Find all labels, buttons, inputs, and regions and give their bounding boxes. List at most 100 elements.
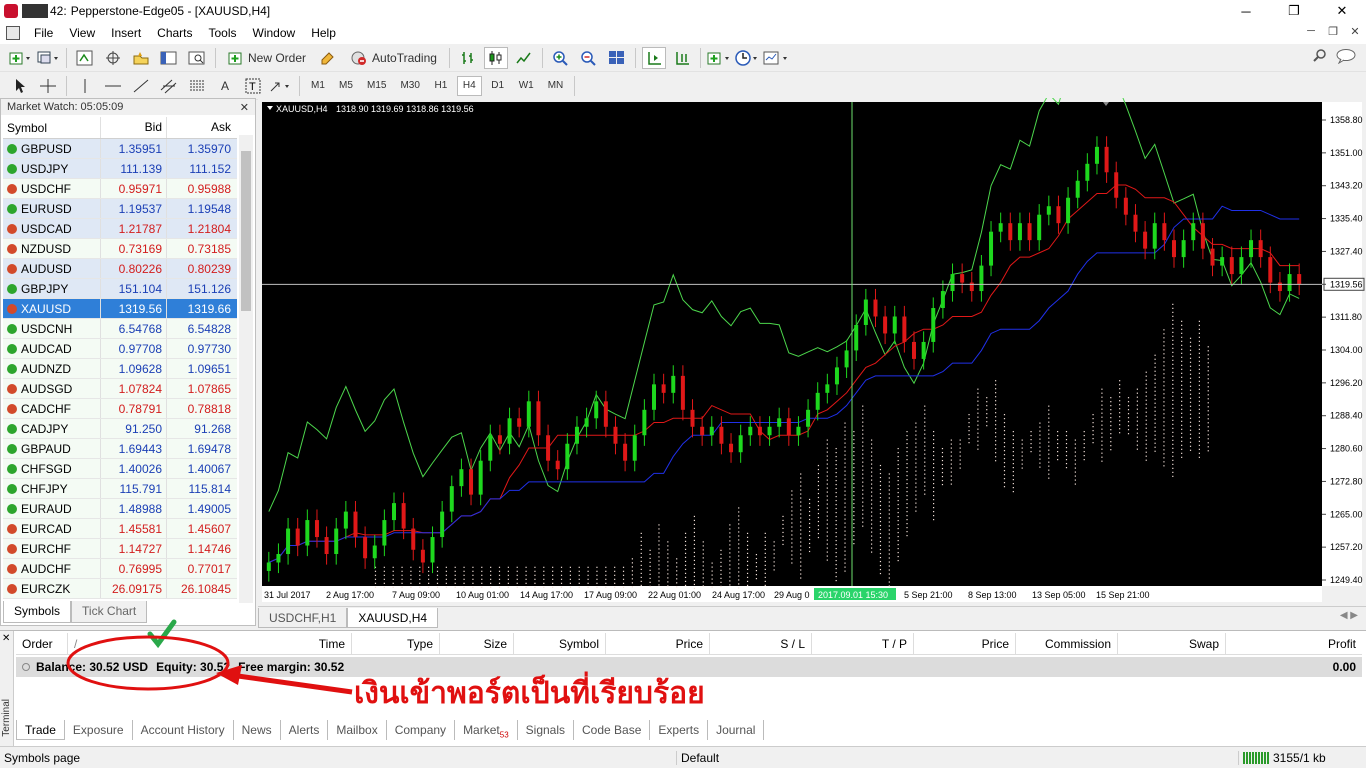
timeframe-mn[interactable]: MN — [543, 76, 569, 96]
column-tp[interactable]: T / P — [812, 632, 914, 655]
timeframe-m15[interactable]: M15 — [362, 76, 391, 96]
terminal-close-icon[interactable]: ✕ — [2, 633, 10, 644]
market-watch-row[interactable]: AUDCAD 0.97708 0.97730 — [3, 339, 237, 359]
text-icon[interactable]: A — [213, 75, 237, 97]
column-type[interactable]: Type — [352, 632, 440, 655]
column-price-current[interactable]: Price — [914, 632, 1016, 655]
tab-exposure[interactable]: Exposure — [65, 720, 133, 740]
timeframe-m1[interactable]: M1 — [306, 76, 330, 96]
chart-tab-scroll-icon[interactable]: ◀ ▶ — [1340, 610, 1358, 621]
crosshair-move-icon[interactable] — [101, 47, 125, 69]
chart-tab-xauusd[interactable]: XAUUSD,H4 — [347, 608, 439, 628]
menu-window[interactable]: Window — [245, 22, 304, 44]
market-watch-row[interactable]: EURUSD 1.19537 1.19548 — [3, 199, 237, 219]
chart-shift-icon[interactable] — [641, 46, 666, 69]
market-watch-close-icon[interactable]: ✕ — [240, 101, 249, 114]
equidistant-channel-icon[interactable] — [157, 75, 181, 97]
tab-code-base[interactable]: Code Base — [574, 720, 651, 740]
mdi-restore-icon[interactable]: ❐ — [1326, 25, 1340, 38]
auto-scroll-icon[interactable] — [670, 47, 694, 69]
candlesticks-icon[interactable] — [483, 46, 508, 69]
column-bid[interactable]: Bid — [101, 117, 167, 138]
tab-mailbox[interactable]: Mailbox — [328, 720, 387, 740]
market-watch-scrollbar[interactable] — [239, 135, 253, 603]
new-chart-icon[interactable] — [8, 47, 32, 69]
tab-signals[interactable]: Signals — [518, 720, 575, 740]
market-watch-row[interactable]: AUDUSD 0.80226 0.80239 — [3, 259, 237, 279]
cursor-icon[interactable] — [8, 75, 32, 97]
timeframe-m5[interactable]: M5 — [334, 76, 358, 96]
tab-market[interactable]: Market53 — [455, 720, 518, 740]
timeframe-h4[interactable]: H4 — [456, 75, 482, 96]
menu-insert[interactable]: Insert — [103, 22, 149, 44]
timeframe-d1[interactable]: D1 — [486, 76, 510, 96]
tab-tick-chart[interactable]: Tick Chart — [71, 601, 148, 623]
tab-trade[interactable]: Trade — [16, 720, 65, 740]
market-watch-icon[interactable] — [73, 47, 97, 69]
menu-charts[interactable]: Charts — [149, 22, 200, 44]
market-watch-row[interactable]: XAUUSD 1319.56 1319.66 — [3, 299, 237, 319]
tile-windows-icon[interactable] — [605, 47, 629, 69]
line-chart-icon[interactable] — [512, 47, 536, 69]
market-watch-row[interactable]: USDCHF 0.95971 0.95988 — [3, 179, 237, 199]
close-button[interactable]: ✕ — [1318, 0, 1366, 22]
fibonacci-icon[interactable] — [185, 75, 209, 97]
terminal-icon[interactable] — [157, 47, 181, 69]
horizontal-line-icon[interactable] — [101, 75, 125, 97]
column-swap[interactable]: Swap — [1118, 632, 1226, 655]
zoom-out-icon[interactable] — [577, 47, 601, 69]
trendline-icon[interactable] — [129, 75, 153, 97]
menu-help[interactable]: Help — [303, 22, 344, 44]
menu-view[interactable]: View — [61, 22, 103, 44]
maximize-button[interactable]: ❐ — [1270, 0, 1318, 22]
scrollbar-thumb[interactable] — [241, 151, 251, 311]
chart-tab-usdchf[interactable]: USDCHF,H1 — [258, 608, 348, 628]
column-commission[interactable]: Commission — [1016, 632, 1118, 655]
document-icon[interactable] — [6, 26, 20, 40]
chat-icon[interactable] — [1336, 48, 1358, 67]
menu-file[interactable]: File — [26, 22, 61, 44]
market-watch-row[interactable]: EURAUD 1.48988 1.49005 — [3, 499, 237, 519]
search-icon[interactable] — [1312, 48, 1328, 67]
column-order[interactable]: Order — [16, 632, 68, 655]
market-watch-row[interactable]: CHFJPY 115.791 115.814 — [3, 479, 237, 499]
strategy-tester-icon[interactable] — [185, 47, 209, 69]
tab-company[interactable]: Company — [387, 720, 456, 740]
market-watch-row[interactable]: USDJPY 111.139 111.152 — [3, 159, 237, 179]
mdi-close-icon[interactable]: ✕ — [1348, 25, 1362, 38]
metaeditor-icon[interactable] — [316, 47, 340, 69]
market-watch-row[interactable]: USDCNH 6.54768 6.54828 — [3, 319, 237, 339]
crosshair-icon[interactable] — [36, 75, 60, 97]
column-profit[interactable]: Profit — [1226, 633, 1362, 655]
profiles-icon[interactable] — [36, 47, 60, 69]
tab-journal[interactable]: Journal — [708, 720, 765, 740]
market-watch-row[interactable]: NZDUSD 0.73169 0.73185 — [3, 239, 237, 259]
minimize-button[interactable]: ─ — [1222, 0, 1270, 22]
arrows-dropdown-icon[interactable] — [269, 75, 293, 97]
mdi-minimize-icon[interactable]: ─ — [1304, 25, 1318, 38]
autotrading-button[interactable]: AutoTrading — [344, 47, 443, 69]
menu-tools[interactable]: Tools — [201, 22, 245, 44]
bar-chart-icon[interactable] — [456, 47, 480, 69]
tab-account-history[interactable]: Account History — [133, 720, 234, 740]
templates-icon[interactable] — [763, 47, 789, 69]
chart-window[interactable]: 1358.80 1351.00 1343.20 1335.40 1327.40 1319.… — [258, 98, 1366, 606]
new-order-button[interactable]: New Order — [222, 47, 312, 69]
text-label-icon[interactable]: T — [241, 75, 265, 97]
zoom-in-icon[interactable] — [549, 47, 573, 69]
market-watch-row[interactable]: GBPJPY 151.104 151.126 — [3, 279, 237, 299]
market-watch-row[interactable]: AUDCHF 0.76995 0.77017 — [3, 559, 237, 579]
market-watch-row[interactable]: GBPUSD 1.35951 1.35970 — [3, 139, 237, 159]
market-watch-row[interactable]: AUDSGD 1.07824 1.07865 — [3, 379, 237, 399]
market-watch-row[interactable]: EURCZK 26.09175 26.10845 — [3, 579, 237, 599]
column-size[interactable]: Size — [440, 632, 514, 655]
tab-alerts[interactable]: Alerts — [281, 720, 329, 740]
timeframe-h1[interactable]: H1 — [429, 76, 453, 96]
market-watch-row[interactable]: CHFSGD 1.40026 1.40067 — [3, 459, 237, 479]
periods-clock-icon[interactable] — [735, 47, 759, 69]
column-sl[interactable]: S / L — [710, 632, 812, 655]
column-price[interactable]: Price — [606, 632, 710, 655]
column-time[interactable]: Time — [148, 632, 352, 655]
column-ask[interactable]: Ask — [167, 117, 235, 138]
market-watch-row[interactable]: EURCHF 1.14727 1.14746 — [3, 539, 237, 559]
